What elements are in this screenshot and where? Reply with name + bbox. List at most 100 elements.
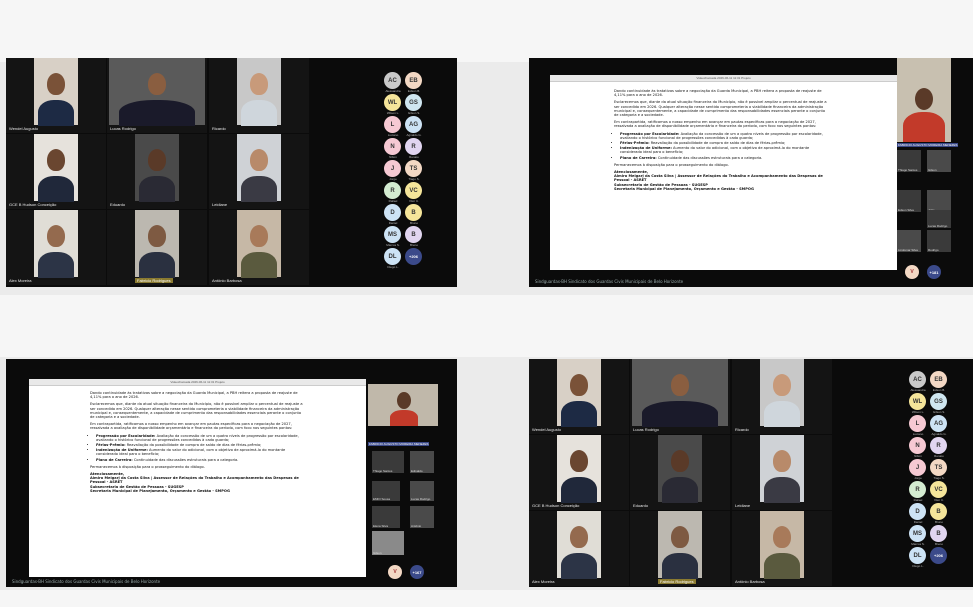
active-speaker-video[interactable]: [897, 58, 951, 142]
participant-name: Fabricio Rodrigues: [135, 278, 173, 283]
more-participants-badge[interactable]: +206: [405, 248, 422, 265]
person-shoulders: [764, 476, 800, 504]
side-video-tile[interactable]: Gilson: [927, 150, 951, 172]
more-participants-badge[interactable]: +206: [930, 547, 947, 564]
video-tile[interactable]: Leidiane: [732, 435, 832, 510]
person-shoulders: [139, 251, 175, 279]
side-video-tile[interactable]: Lindomar Silva: [897, 230, 921, 252]
participant-avatar[interactable]: N: [909, 437, 926, 454]
participant-avatar[interactable]: D: [384, 204, 401, 221]
participant-avatar[interactable]: TS: [930, 459, 947, 476]
participant-avatar[interactable]: AC: [909, 371, 926, 388]
participant-avatar[interactable]: AG: [930, 415, 947, 432]
participant-name: Eduardo: [633, 503, 649, 508]
participant-label: Vitor C.: [934, 498, 944, 502]
video-tile[interactable]: Lucas Rodrigo: [107, 58, 207, 133]
participant-avatar[interactable]: DL: [909, 547, 926, 564]
side-video-tile[interactable]: Rodrigo: [927, 230, 951, 252]
participant-avatar[interactable]: R: [384, 182, 401, 199]
participant-avatar[interactable]: R: [405, 138, 422, 155]
participant-avatar[interactable]: AC: [384, 72, 401, 89]
participant-avatar[interactable]: MS: [909, 525, 926, 542]
doc-paragraph: Em contrapartida, ratificamos o nosso em…: [90, 422, 293, 431]
video-feed: [237, 210, 281, 279]
video-tile[interactable]: Antônio Barbosa: [209, 210, 309, 285]
more-participants-badge[interactable]: +181: [927, 265, 941, 279]
video-tile[interactable]: Eduardo: [107, 134, 207, 209]
video-tile[interactable]: Antônio Barbosa: [732, 511, 832, 586]
person-shoulders: [641, 400, 719, 428]
participant-avatar[interactable]: WL: [384, 94, 401, 111]
participant-name: Rodrigo: [928, 248, 939, 252]
participant-avatar[interactable]: MS: [384, 226, 401, 243]
user-avatar-badge[interactable]: V: [388, 565, 402, 579]
video-tile[interactable]: Wendel Augusto: [6, 58, 106, 133]
participant-avatar[interactable]: L: [384, 116, 401, 133]
side-video-tile[interactable]: Lucas Rodrigo: [927, 210, 951, 228]
participant-avatar[interactable]: B: [405, 204, 422, 221]
participant-avatar[interactable]: AG: [405, 116, 422, 133]
participant-avatar[interactable]: VC: [405, 182, 422, 199]
participant-avatar[interactable]: R: [930, 437, 947, 454]
participant-avatar[interactable]: J: [384, 160, 401, 177]
participant-name: Lucas Rodrigo: [110, 126, 136, 131]
doc-bullet-list: Progressão por Escolaridade: Avaliação d…: [96, 434, 306, 462]
video-tile[interactable]: GCE B Hudson Conceição: [529, 435, 629, 510]
video-tile[interactable]: Alex Moreira: [6, 210, 106, 285]
participant-avatar[interactable]: R: [909, 481, 926, 498]
participant-avatar[interactable]: D: [909, 503, 926, 520]
video-tile[interactable]: Alex Moreira: [529, 511, 629, 586]
side-video-tile[interactable]: Antônio: [410, 506, 434, 528]
participant-avatar[interactable]: GS: [930, 393, 947, 410]
video-tile[interactable]: Leidiane: [209, 134, 309, 209]
side-video-tile[interactable]: Edivaldo: [410, 451, 434, 473]
participant-avatar[interactable]: J: [909, 459, 926, 476]
side-video-tile[interactable]: Edson Silva: [897, 190, 921, 212]
participant-avatar[interactable]: EB: [930, 371, 947, 388]
participant-avatar[interactable]: B: [930, 525, 947, 542]
side-video-tile[interactable]: João: [927, 190, 951, 212]
participant-name: Alex Moreira: [532, 579, 555, 584]
side-video-tile[interactable]: Lucas Rodrigo: [410, 481, 434, 501]
participant-avatar[interactable]: DL: [384, 248, 401, 265]
participant-label: Tiago S.: [933, 476, 945, 480]
video-feed: [34, 58, 78, 127]
video-tile[interactable]: Ricardo: [209, 58, 309, 133]
video-tile[interactable]: Eduardo: [630, 435, 730, 510]
participant-avatar[interactable]: B: [930, 503, 947, 520]
meeting-grid-panel-bottom-right: Wendel Augusto Lucas Rodrigo Ricardo GCE B …: [529, 359, 973, 587]
participant-avatar[interactable]: B: [405, 226, 422, 243]
meeting-grid-panel-top-left: Wendel Augusto Lucas Rodrigo Ricardo GCE B …: [6, 58, 457, 287]
video-tile[interactable]: Wendel Augusto: [529, 359, 629, 434]
participant-avatar[interactable]: WL: [909, 393, 926, 410]
more-participants-badge[interactable]: +167: [410, 565, 424, 579]
participant-avatar[interactable]: TS: [405, 160, 422, 177]
participant-avatar[interactable]: VC: [930, 481, 947, 498]
video-tile[interactable]: Fabricio Rodrigues: [630, 511, 730, 586]
participant-label: Breno: [409, 243, 418, 247]
side-video-tile[interactable]: EMIO Sousa: [372, 481, 400, 501]
document-body: Dando continuidade às tratativas sobre a…: [90, 391, 306, 575]
participant-avatar[interactable]: EB: [405, 72, 422, 89]
video-feed: [557, 359, 601, 428]
side-video-tile[interactable]: Gilson: [372, 531, 404, 555]
video-tile[interactable]: Ricardo: [732, 359, 832, 434]
participant-avatar[interactable]: L: [909, 415, 926, 432]
side-video-tile[interactable]: Thiago Santos: [372, 451, 404, 473]
side-video-tile[interactable]: Elena Silva: [372, 506, 400, 528]
video-tile[interactable]: GCE B Hudson Conceição: [6, 134, 106, 209]
active-speaker-label: FABRICIO AUGUSTO MOREIRA MENEZES: [368, 442, 430, 446]
participant-name: Elena Silva: [373, 524, 389, 528]
video-tile[interactable]: Lucas Rodrigo: [630, 359, 730, 434]
active-speaker-label: FABRICIO AUGUSTO MOREIRA MENEZES: [897, 143, 959, 147]
signature-line: Almiro Meigarj da Costa Silva | Assessor…: [90, 476, 299, 485]
active-speaker-video[interactable]: [368, 384, 438, 426]
video-tile[interactable]: Fabricio Rodrigues: [107, 210, 207, 285]
user-avatar-badge[interactable]: V: [905, 265, 919, 279]
participant-avatar[interactable]: GS: [405, 94, 422, 111]
bullet-text: Continuidade das discussões estruturais …: [656, 155, 763, 160]
participant-avatar[interactable]: N: [384, 138, 401, 155]
person-face: [671, 373, 689, 396]
side-video-tile[interactable]: Thiago Santos: [897, 150, 921, 172]
window-titlebar: Videochamada 2026-06-11 11:31 Projeto: [550, 75, 897, 82]
